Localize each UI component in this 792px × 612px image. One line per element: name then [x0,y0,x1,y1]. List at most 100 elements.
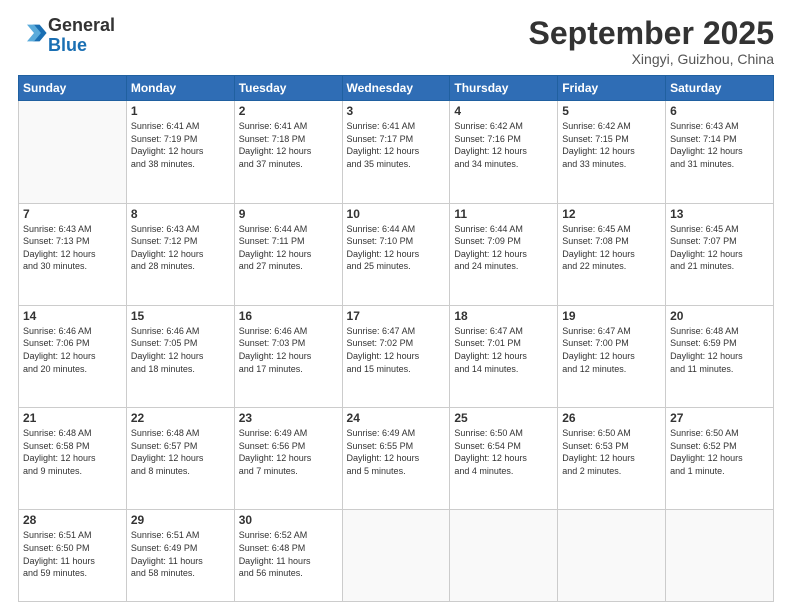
day-number: 29 [131,513,230,527]
logo-icon [20,19,48,47]
calendar-cell: 15 Sunrise: 6:46 AM Sunset: 7:05 PM Dayli… [126,305,234,407]
day-info: Sunrise: 6:48 AM Sunset: 6:57 PM Dayligh… [131,427,230,477]
calendar-cell: 19Sunrise: 6:47 AM Sunset: 7:00 PM Dayli… [558,305,666,407]
weekday-header-tuesday: Tuesday [234,76,342,101]
calendar-week-4: 28 Sunrise: 6:51 AM Sunset: 6:50 PM Dayli… [19,510,774,602]
day-info: Sunrise: 6:41 AM Sunset: 7:17 PM Dayligh… [347,120,446,170]
calendar-cell: 20 Sunrise: 6:48 AM Sunset: 6:59 PM Dayli… [666,305,774,407]
day-number: 25 [454,411,553,425]
month-title: September 2025 [529,16,774,51]
day-info: Sunrise: 6:43 AM Sunset: 7:12 PM Dayligh… [131,223,230,273]
calendar-cell: 8 Sunrise: 6:43 AM Sunset: 7:12 PM Daylig… [126,203,234,305]
location: Xingyi, Guizhou, China [529,51,774,67]
page: General Blue September 2025 Xingyi, Guiz… [0,0,792,612]
day-info: Sunrise: 6:42 AM Sunset: 7:16 PM Dayligh… [454,120,553,170]
logo: General Blue [18,16,115,56]
day-info: Sunrise: 6:44 AM Sunset: 7:10 PM Dayligh… [347,223,446,273]
day-info: Sunrise: 6:45 AM Sunset: 7:07 PM Dayligh… [670,223,769,273]
day-info: Sunrise: 6:50 AM Sunset: 6:54 PM Dayligh… [454,427,553,477]
day-info: Sunrise: 6:49 AM Sunset: 6:55 PM Dayligh… [347,427,446,477]
day-number: 26 [562,411,661,425]
calendar-cell [450,510,558,602]
day-info: Sunrise: 6:46 AM Sunset: 7:05 PM Dayligh… [131,325,230,375]
day-info: Sunrise: 6:52 AM Sunset: 6:48 PM Dayligh… [239,529,338,579]
day-number: 11 [454,207,553,221]
day-info: Sunrise: 6:43 AM Sunset: 7:13 PM Dayligh… [23,223,122,273]
day-number: 12 [562,207,661,221]
calendar-week-0: 1 Sunrise: 6:41 AM Sunset: 7:19 PM Daylig… [19,101,774,203]
day-number: 18 [454,309,553,323]
day-number: 20 [670,309,769,323]
day-info: Sunrise: 6:44 AM Sunset: 7:11 PM Dayligh… [239,223,338,273]
weekday-header-wednesday: Wednesday [342,76,450,101]
weekday-header-thursday: Thursday [450,76,558,101]
logo-text: General Blue [48,16,115,56]
calendar-cell: 25 Sunrise: 6:50 AM Sunset: 6:54 PM Dayli… [450,408,558,510]
day-info: Sunrise: 6:50 AM Sunset: 6:52 PM Dayligh… [670,427,769,477]
day-info: Sunrise: 6:41 AM Sunset: 7:19 PM Dayligh… [131,120,230,170]
day-number: 28 [23,513,122,527]
day-info: Sunrise: 6:45 AM Sunset: 7:08 PM Dayligh… [562,223,661,273]
calendar-cell [342,510,450,602]
calendar-cell: 1 Sunrise: 6:41 AM Sunset: 7:19 PM Daylig… [126,101,234,203]
day-info: Sunrise: 6:43 AM Sunset: 7:14 PM Dayligh… [670,120,769,170]
day-number: 24 [347,411,446,425]
calendar-cell: 14Sunrise: 6:46 AM Sunset: 7:06 PM Dayli… [19,305,127,407]
weekday-header-saturday: Saturday [666,76,774,101]
calendar-cell: 13Sunrise: 6:45 AM Sunset: 7:07 PM Dayli… [666,203,774,305]
calendar-cell: 17 Sunrise: 6:47 AM Sunset: 7:02 PM Dayli… [342,305,450,407]
header: General Blue September 2025 Xingyi, Guiz… [18,16,774,67]
day-number: 3 [347,104,446,118]
day-info: Sunrise: 6:47 AM Sunset: 7:00 PM Dayligh… [562,325,661,375]
calendar-cell: 3 Sunrise: 6:41 AM Sunset: 7:17 PM Daylig… [342,101,450,203]
calendar-cell: 29Sunrise: 6:51 AM Sunset: 6:49 PM Dayli… [126,510,234,602]
calendar-cell: 11 Sunrise: 6:44 AM Sunset: 7:09 PM Dayli… [450,203,558,305]
calendar-cell: 2Sunrise: 6:41 AM Sunset: 7:18 PM Daylig… [234,101,342,203]
day-number: 22 [131,411,230,425]
day-number: 8 [131,207,230,221]
day-number: 16 [239,309,338,323]
day-info: Sunrise: 6:48 AM Sunset: 6:59 PM Dayligh… [670,325,769,375]
day-number: 21 [23,411,122,425]
calendar-cell: 6Sunrise: 6:43 AM Sunset: 7:14 PM Daylig… [666,101,774,203]
day-info: Sunrise: 6:47 AM Sunset: 7:01 PM Dayligh… [454,325,553,375]
calendar-cell: 21 Sunrise: 6:48 AM Sunset: 6:58 PM Dayli… [19,408,127,510]
calendar-cell: 18 Sunrise: 6:47 AM Sunset: 7:01 PM Dayli… [450,305,558,407]
calendar-cell: 30Sunrise: 6:52 AM Sunset: 6:48 PM Dayli… [234,510,342,602]
calendar-week-1: 7 Sunrise: 6:43 AM Sunset: 7:13 PM Daylig… [19,203,774,305]
day-info: Sunrise: 6:44 AM Sunset: 7:09 PM Dayligh… [454,223,553,273]
day-number: 7 [23,207,122,221]
weekday-header-friday: Friday [558,76,666,101]
day-number: 15 [131,309,230,323]
day-info: Sunrise: 6:51 AM Sunset: 6:50 PM Dayligh… [23,529,122,579]
calendar-week-2: 14Sunrise: 6:46 AM Sunset: 7:06 PM Dayli… [19,305,774,407]
calendar-cell: 10Sunrise: 6:44 AM Sunset: 7:10 PM Dayli… [342,203,450,305]
day-info: Sunrise: 6:50 AM Sunset: 6:53 PM Dayligh… [562,427,661,477]
day-info: Sunrise: 6:48 AM Sunset: 6:58 PM Dayligh… [23,427,122,477]
day-number: 1 [131,104,230,118]
calendar-cell: 5Sunrise: 6:42 AM Sunset: 7:15 PM Daylig… [558,101,666,203]
calendar-cell [558,510,666,602]
day-info: Sunrise: 6:46 AM Sunset: 7:03 PM Dayligh… [239,325,338,375]
calendar-cell [19,101,127,203]
calendar-cell: 9Sunrise: 6:44 AM Sunset: 7:11 PM Daylig… [234,203,342,305]
calendar-cell: 28 Sunrise: 6:51 AM Sunset: 6:50 PM Dayli… [19,510,127,602]
day-number: 4 [454,104,553,118]
calendar-cell: 26 Sunrise: 6:50 AM Sunset: 6:53 PM Dayli… [558,408,666,510]
calendar-cell: 27Sunrise: 6:50 AM Sunset: 6:52 PM Dayli… [666,408,774,510]
calendar-cell: 12 Sunrise: 6:45 AM Sunset: 7:08 PM Dayli… [558,203,666,305]
calendar: SundayMondayTuesdayWednesdayThursdayFrid… [18,75,774,602]
calendar-cell: 16 Sunrise: 6:46 AM Sunset: 7:03 PM Dayli… [234,305,342,407]
day-number: 17 [347,309,446,323]
day-info: Sunrise: 6:47 AM Sunset: 7:02 PM Dayligh… [347,325,446,375]
weekday-header-monday: Monday [126,76,234,101]
day-info: Sunrise: 6:49 AM Sunset: 6:56 PM Dayligh… [239,427,338,477]
calendar-cell: 24 Sunrise: 6:49 AM Sunset: 6:55 PM Dayli… [342,408,450,510]
weekday-header-sunday: Sunday [19,76,127,101]
calendar-cell: 23Sunrise: 6:49 AM Sunset: 6:56 PM Dayli… [234,408,342,510]
day-number: 5 [562,104,661,118]
calendar-cell: 7 Sunrise: 6:43 AM Sunset: 7:13 PM Daylig… [19,203,127,305]
day-info: Sunrise: 6:46 AM Sunset: 7:06 PM Dayligh… [23,325,122,375]
day-info: Sunrise: 6:41 AM Sunset: 7:18 PM Dayligh… [239,120,338,170]
calendar-cell: 22 Sunrise: 6:48 AM Sunset: 6:57 PM Dayli… [126,408,234,510]
